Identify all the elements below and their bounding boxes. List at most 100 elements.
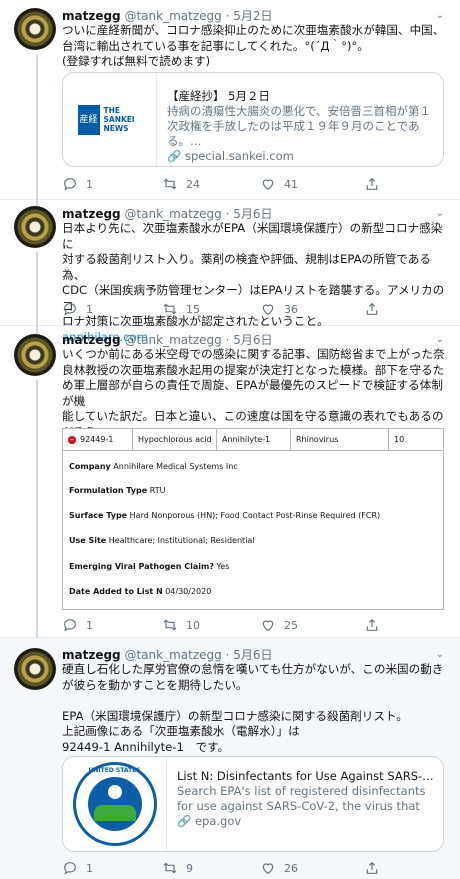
reply-button[interactable]: 1: [62, 860, 93, 876]
text-line: 上記画像にある「次亜塩素酸水（電解水）」は: [62, 724, 300, 738]
share-icon: [366, 302, 378, 315]
reply-button[interactable]: 1: [62, 176, 93, 192]
epa-seal-text: UNITED STATES: [88, 767, 141, 774]
retweet-count: 24: [186, 177, 200, 191]
like-button[interactable]: 41: [260, 176, 298, 192]
chevron-down-icon[interactable]: ⌄: [436, 10, 444, 21]
retweet-count: 10: [186, 618, 200, 632]
separator-dot: ·: [225, 333, 230, 347]
reply-icon: [64, 178, 76, 191]
card-domain: 🔗 epa.gov: [177, 814, 435, 829]
card-body: 【産経抄】 5月２日 持病の潰瘍性大腸炎の悪化で、安倍晋三首相が第１次政権を手放…: [167, 89, 435, 164]
epa-seal-inner: [87, 777, 142, 831]
tweet-date[interactable]: 5月6日: [233, 333, 272, 347]
chevron-down-icon[interactable]: ⌄: [436, 208, 444, 219]
tweet-header: matzegg @tank_matzegg · 5月6日: [62, 206, 273, 222]
tweet-date[interactable]: 5月6日: [233, 207, 272, 221]
display-name[interactable]: matzegg: [62, 333, 121, 347]
card-domain: 🔗 special.sankei.com: [167, 149, 435, 164]
retweet-button[interactable]: 9: [162, 860, 193, 876]
user-handle[interactable]: @tank_matzegg: [124, 648, 221, 662]
thread-line: [36, 54, 38, 200]
epa-use-site: Use Site Healthcare; Institutional; Resi…: [69, 536, 255, 545]
retweet-icon: [163, 303, 177, 315]
like-icon: [262, 620, 274, 632]
avatar[interactable]: [14, 8, 56, 50]
user-handle[interactable]: @tank_matzegg: [124, 207, 221, 221]
text-line: 能していた訳だ。日本と違い、この速度は国を守る意識の表れでもあるの: [62, 409, 444, 423]
reply-button[interactable]: 1: [62, 617, 93, 633]
like-button[interactable]: 26: [260, 860, 298, 876]
text-line: いくつか前にある米空母での感染に関する記事、国防総省まで上がった奈: [62, 347, 445, 361]
tweet-text: 硬直し石化した厚労官僚の怠惰を嘆いても仕方がないが、この米国の動き が彼らを動か…: [62, 662, 446, 755]
epa-listing-image[interactable]: −92449-1 Hypochlorous acid Annihilyte-1 …: [62, 428, 444, 610]
avatar[interactable]: [14, 206, 56, 248]
tweet-text: いくつか前にある米空母での感染に関する記事、国防総省まで上がった奈 良林教授の次…: [62, 347, 446, 440]
tweet-date[interactable]: 5月6日: [233, 648, 272, 662]
epa-reg-no: −92449-1: [63, 429, 133, 451]
tweet-2[interactable]: matzegg @tank_matzegg · 5月6日 ⌄ 日本より先に、次亜…: [0, 200, 460, 344]
tweet-actions: 1 10 25: [62, 617, 392, 635]
card-domain-text: epa.gov: [194, 814, 242, 828]
like-count: 36: [284, 302, 298, 316]
like-button[interactable]: 36: [260, 301, 298, 317]
card-thumbnail: 産経 THE SANKEI NEWS: [63, 73, 157, 166]
separator-dot: ·: [225, 648, 230, 662]
share-button[interactable]: [364, 301, 380, 317]
reply-button[interactable]: 1: [62, 301, 93, 317]
tweet-date[interactable]: 5月2日: [233, 9, 272, 23]
like-icon: [262, 304, 274, 316]
epa-surface: Surface Type Hard Nonporous (HN); Food C…: [69, 511, 381, 520]
epa-ground: [93, 805, 136, 821]
text-line: 良林教授の次亜塩素酸水起用の提案が決定打となった模様。部下を守るた: [62, 362, 445, 377]
text-line: 92449-1 Annihilyte-1 です。: [62, 739, 230, 754]
epa-company: Company Annihilare Medical Systems Inc: [69, 462, 238, 471]
retweet-button[interactable]: 24: [162, 176, 200, 192]
tweet-actions: 1 9 26: [62, 860, 392, 878]
display-name[interactable]: matzegg: [62, 9, 121, 23]
user-handle[interactable]: @tank_matzegg: [124, 9, 221, 23]
retweet-button[interactable]: 15: [162, 301, 200, 317]
link-card-epa[interactable]: UNITED STATES List N: Disinfectants for …: [62, 756, 444, 852]
text-line: 台湾に輸出されている事を記事にしてくれた。°(´Д｀°)°。: [62, 38, 369, 53]
like-button[interactable]: 25: [260, 617, 298, 633]
display-name[interactable]: matzegg: [62, 207, 121, 221]
like-count: 25: [284, 618, 298, 632]
epa-flower: [107, 785, 122, 799]
user-handle[interactable]: @tank_matzegg: [124, 333, 221, 347]
reply-icon: [64, 862, 76, 875]
card-title: List N: Disinfectants for Use Against SA…: [177, 769, 435, 783]
reply-count: 1: [86, 177, 93, 191]
epa-date-added: Date Added to List N 04/30/2020: [69, 587, 212, 596]
text-line: EPA（米国環境保護庁）の新型コロナ感染に関する殺菌剤リスト。: [62, 708, 408, 723]
share-button[interactable]: [364, 617, 380, 633]
epa-table-header-row: −92449-1 Hypochlorous acid Annihilyte-1 …: [63, 429, 443, 451]
tweet-4[interactable]: matzegg @tank_matzegg · 5月6日 ⌄ 硬直し石化した厚労…: [0, 638, 460, 879]
share-button[interactable]: [364, 176, 380, 192]
link-card-sankei[interactable]: 産経 THE SANKEI NEWS 【産経抄】 5月２日 持病の潰瘍性大腸炎の…: [62, 72, 444, 167]
like-count: 26: [284, 861, 298, 875]
card-description: 持病の潰瘍性大腸炎の悪化で、安倍晋三首相が第１次政権を手放したのは平成１９年９月…: [167, 104, 432, 148]
text-line: (登録すれば無料で読めます): [62, 54, 211, 68]
text-line: 日本より先に、次亜塩素酸水がEPA（米国環境保護庁）の新型コロナ感染に: [62, 221, 443, 251]
card-domain-text: special.sankei.com: [184, 149, 294, 163]
tweet-3[interactable]: matzegg @tank_matzegg · 5月6日 ⌄ いくつか前にある米…: [0, 326, 460, 638]
sankei-logo: 産経 THE SANKEI NEWS: [77, 104, 142, 135]
thread-line: [36, 326, 38, 334]
retweet-button[interactable]: 10: [162, 617, 200, 633]
avatar[interactable]: [14, 334, 56, 376]
card-body: List N: Disinfectants for Use Against SA…: [177, 769, 435, 829]
avatar[interactable]: [14, 648, 56, 690]
chevron-down-icon[interactable]: ⌄: [436, 649, 444, 660]
tweet-1[interactable]: matzegg @tank_matzegg · 5月2日 ⌄ ついに産経新聞が、…: [0, 0, 460, 200]
reply-icon: [64, 303, 76, 316]
like-count: 41: [284, 177, 298, 191]
chevron-down-icon[interactable]: ⌄: [436, 334, 444, 345]
display-name[interactable]: matzegg: [62, 648, 121, 662]
retweet-icon: [163, 178, 177, 190]
share-button[interactable]: [364, 860, 380, 876]
tweet-header: matzegg @tank_matzegg · 5月6日: [62, 332, 273, 348]
reply-count: 1: [86, 302, 93, 316]
tweet-text: ついに産経新聞が、コロナ感染抑止のために次亜塩素酸水が韓国、中国、 台湾に輸出さ…: [62, 23, 446, 70]
share-icon: [366, 861, 378, 874]
